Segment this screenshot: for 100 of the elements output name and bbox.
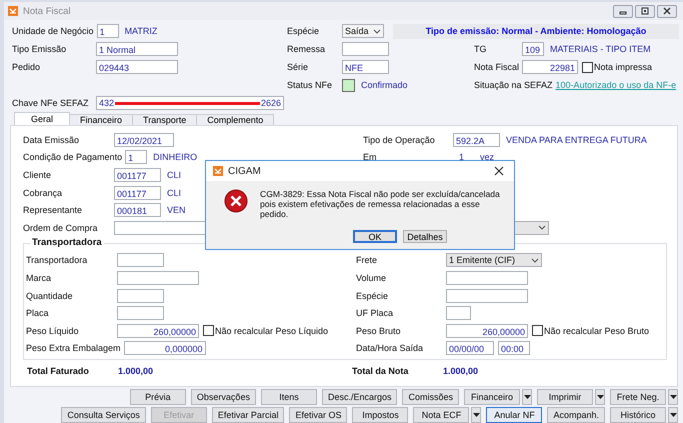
- dropdown-button[interactable]: [595, 389, 605, 405]
- action-button[interactable]: Observações: [190, 389, 256, 405]
- close-button[interactable]: [657, 4, 677, 18]
- input-field[interactable]: [117, 270, 199, 285]
- input-field[interactable]: 001177: [114, 186, 161, 200]
- action-button[interactable]: Desc./Encargos: [322, 389, 398, 405]
- action-button[interactable]: Anular NF: [486, 407, 542, 423]
- input-field[interactable]: 1: [125, 150, 148, 164]
- field-label: Tipo Emissão: [12, 44, 68, 54]
- field-label: UF Placa: [356, 308, 394, 318]
- checkbox-label[interactable]: Não recalcular Peso Bruto: [544, 326, 650, 336]
- caret-icon: [531, 258, 539, 263]
- input-field[interactable]: 0,000000: [124, 341, 206, 356]
- input-field[interactable]: NFE: [342, 60, 389, 74]
- date-field[interactable]: 00/00/00: [446, 341, 494, 356]
- checkbox[interactable]: [203, 325, 214, 336]
- field-label: Peso Líquido: [26, 326, 80, 336]
- action-button[interactable]: Efetivar OS: [289, 407, 348, 423]
- dropdown-button[interactable]: [522, 389, 532, 405]
- minimize-button[interactable]: [613, 4, 633, 18]
- field-description: VENDA PARA ENTREGA FUTURA: [506, 134, 647, 145]
- action-button[interactable]: Itens: [260, 389, 317, 405]
- caret-icon: [373, 28, 381, 34]
- input-field[interactable]: 12/02/2021: [114, 132, 174, 147]
- input-field[interactable]: [342, 42, 389, 56]
- input-field[interactable]: 000181: [114, 203, 161, 218]
- checkbox[interactable]: [582, 62, 594, 72]
- input-field[interactable]: [117, 253, 164, 268]
- tab[interactable]: Complemento: [196, 114, 274, 125]
- field-label: Peso Bruto: [356, 326, 402, 336]
- restore-button[interactable]: [635, 4, 655, 18]
- action-button[interactable]: Nota ECF: [413, 407, 470, 423]
- action-button[interactable]: Histórico: [610, 407, 666, 423]
- tab[interactable]: Financeiro: [69, 114, 134, 125]
- input-field[interactable]: 001177: [114, 168, 161, 182]
- field-label: TG: [474, 44, 488, 54]
- input-field[interactable]: 029443: [96, 60, 178, 74]
- action-button[interactable]: Consulta Serviços: [61, 407, 146, 423]
- field-description: MATERIAIS - TIPO ITEM: [550, 44, 651, 54]
- input-field[interactable]: 22981: [522, 60, 578, 74]
- field-label: Representante: [23, 205, 84, 216]
- action-button[interactable]: Acompanh.: [547, 407, 605, 423]
- field-label: Situação na SEFAZ: [474, 80, 554, 90]
- field-label: Pedido: [12, 62, 42, 72]
- input-field[interactable]: 1: [96, 24, 119, 38]
- input-field[interactable]: 260,00000: [117, 324, 199, 338]
- field-description: CLI: [167, 170, 182, 180]
- field-description: CLI: [167, 188, 182, 198]
- action-button[interactable]: Imprimir: [537, 389, 593, 405]
- time-field[interactable]: 00:00: [498, 341, 530, 356]
- action-button[interactable]: Impostos: [352, 407, 408, 423]
- caret-icon: [596, 395, 604, 399]
- field-label: Quantidade: [26, 290, 74, 301]
- access-key-field[interactable]: 432 2626: [96, 96, 284, 110]
- field-label: Peso Extra Embalagem: [26, 343, 122, 354]
- input-field[interactable]: [446, 288, 528, 303]
- field-value: 1: [459, 152, 464, 162]
- input-field[interactable]: 109: [522, 42, 544, 56]
- action-button[interactable]: Frete Neg.: [610, 389, 666, 405]
- input-field[interactable]: [117, 306, 164, 320]
- status-icon: [342, 78, 355, 92]
- input-field[interactable]: [117, 288, 164, 303]
- field-label: Marca: [26, 272, 52, 283]
- field-label: Status NFe: [287, 80, 334, 90]
- dropdown[interactable]: Saída: [342, 24, 384, 38]
- checkbox[interactable]: [532, 325, 543, 336]
- dialog-button[interactable]: OK: [353, 230, 397, 243]
- app-logo-icon: [213, 166, 223, 176]
- field-label: Data/Hora Saída: [356, 343, 424, 354]
- field-label: Transportadora: [26, 255, 88, 266]
- tab[interactable]: Transporte: [132, 114, 198, 125]
- input-field[interactable]: 260,00000: [446, 324, 528, 338]
- action-button[interactable]: Comissões: [402, 389, 459, 405]
- field-label: Placa: [26, 308, 50, 318]
- field-label: Tipo de Operação: [363, 134, 436, 145]
- input-field[interactable]: 592.2A: [453, 132, 500, 147]
- input-field[interactable]: 1 Normal: [96, 42, 178, 56]
- total-label: Total Faturado: [27, 366, 90, 376]
- tab[interactable]: Geral: [14, 112, 70, 125]
- dropdown-button[interactable]: [471, 407, 482, 423]
- action-button[interactable]: Prévia: [130, 389, 186, 405]
- environment-banner: Tipo de emissão: Normal - Ambiente: Homologação: [393, 24, 679, 38]
- dialog-button[interactable]: Detalhes: [403, 230, 447, 243]
- action-button[interactable]: Financeiro: [464, 389, 520, 405]
- checkbox-label[interactable]: Nota impressa: [594, 62, 652, 72]
- field-label: Ordem de Compra: [23, 222, 99, 233]
- caret-icon: [670, 395, 676, 399]
- action-button[interactable]: Efetivar Parcial: [212, 407, 284, 423]
- field-label: Cliente: [23, 170, 52, 180]
- field-label: Espécie: [356, 290, 390, 301]
- input-field[interactable]: [446, 270, 528, 285]
- close-icon[interactable]: [494, 166, 504, 176]
- dropdown-button[interactable]: [668, 389, 678, 405]
- field-label: Condição de Pagamento: [23, 152, 124, 162]
- field-label: Nota Fiscal: [474, 62, 520, 72]
- field-description: MATRIZ: [124, 26, 158, 36]
- checkbox-label[interactable]: Não recalcular Peso Líquido: [215, 326, 328, 336]
- dropdown-button[interactable]: [668, 407, 678, 423]
- input-field[interactable]: [446, 306, 471, 320]
- dropdown[interactable]: 1 Emitente (CIF): [446, 253, 542, 268]
